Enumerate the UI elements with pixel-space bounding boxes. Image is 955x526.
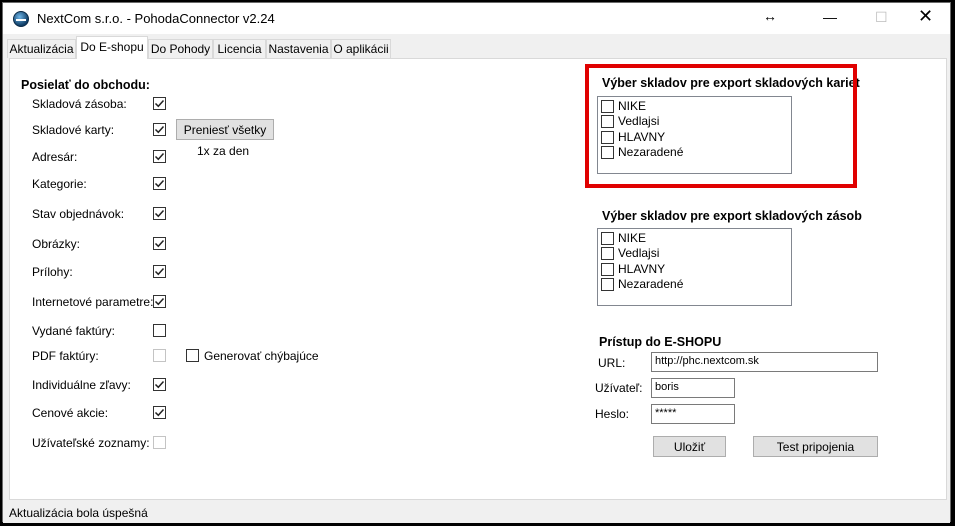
user-input[interactable]: boris (651, 378, 735, 398)
stock-levels-title: Výber skladov pre export skladových záso… (602, 209, 862, 223)
send-option-checkbox[interactable] (153, 378, 166, 391)
url-label: URL: (598, 356, 626, 370)
url-input[interactable]: http://phc.nextcom.sk (651, 352, 878, 372)
send-option-label: Internetové parametre: (32, 295, 154, 309)
send-option-label: Stav objednávok: (32, 207, 125, 221)
tab-do-e-shopu[interactable]: Do E-shopu (76, 36, 148, 59)
send-option-label: Obrázky: (32, 237, 81, 251)
send-option-checkbox[interactable] (153, 177, 166, 190)
tab-o-aplikacii[interactable]: O aplikácii (331, 39, 391, 58)
generate-missing-label: Generovať chýbajúce (204, 349, 319, 363)
send-option-checkbox[interactable] (153, 207, 166, 220)
app-window: NextCom s.r.o. - PohodaConnector v2.24 ↔… (2, 2, 951, 523)
tab-nastavenia[interactable]: Nastavenia (266, 39, 331, 58)
user-label: Užívateľ: (595, 381, 643, 395)
send-option-checkbox[interactable] (153, 265, 166, 278)
stock-levels-listbox[interactable]: NIKE Vedlajsi HLAVNY Nezaradené (597, 228, 792, 306)
stock-levels-item-checkbox[interactable] (601, 277, 614, 291)
highlight-frame (585, 64, 857, 188)
send-option-label: Individuálne zľavy: (32, 378, 131, 392)
app-logo-icon (13, 11, 29, 27)
send-option-label: Užívateľské zoznamy: (32, 436, 150, 450)
minimize-button[interactable]: — (823, 9, 837, 25)
status-bar: Aktualizácia bola úspešná (3, 503, 950, 523)
status-text: Aktualizácia bola úspešná (9, 506, 148, 520)
generate-missing-checkbox[interactable] (186, 349, 199, 362)
tab-aktualizacia[interactable]: Aktualizácia (7, 39, 76, 58)
stock-levels-item-checkbox[interactable] (601, 262, 614, 276)
stock-levels-item-label: HLAVNY (618, 261, 666, 276)
tab-licencia[interactable]: Licencia (213, 39, 266, 58)
stock-levels-item-checkbox[interactable] (601, 247, 614, 261)
frequency-label: 1x za den (197, 144, 250, 158)
stock-levels-item-checkbox[interactable] (601, 232, 614, 245)
send-option-checkbox[interactable] (153, 349, 166, 362)
stock-levels-item-label: Vedlajsi (618, 246, 660, 261)
send-option-checkbox[interactable] (153, 295, 166, 308)
send-option-label: Vydané faktúry: (32, 324, 115, 338)
send-option-label: Cenové akcie: (32, 406, 109, 420)
window-title: NextCom s.r.o. - PohodaConnector v2.24 (37, 11, 275, 26)
stock-levels-item-label: NIKE (618, 231, 647, 245)
send-option-checkbox[interactable] (153, 324, 166, 337)
transfer-all-button[interactable]: Preniesť všetky (176, 119, 274, 140)
password-label: Heslo: (595, 407, 630, 421)
eshop-access-title: Prístup do E-SHOPU (599, 335, 722, 349)
stock-levels-item-label: Nezaradené (618, 276, 684, 291)
tab-do-pohody[interactable]: Do Pohody (148, 39, 213, 58)
save-button[interactable]: Uložiť (653, 436, 726, 457)
title-bar: NextCom s.r.o. - PohodaConnector v2.24 ↔… (3, 3, 950, 34)
send-option-label: Kategorie: (32, 177, 87, 191)
send-option-label: Skladové karty: (32, 123, 115, 137)
close-button[interactable]: ✕ (918, 6, 933, 27)
send-option-checkbox[interactable] (153, 237, 166, 250)
send-option-label: Skladová zásoba: (32, 97, 127, 111)
send-option-label: Adresár: (32, 150, 78, 164)
send-option-checkbox[interactable] (153, 97, 166, 110)
password-input[interactable]: ***** (651, 404, 735, 424)
resize-arrows-icon: ↔ (763, 8, 777, 24)
send-option-checkbox[interactable] (153, 436, 166, 449)
send-option-label: PDF faktúry: (32, 349, 99, 363)
test-connection-button[interactable]: Test pripojenia (753, 436, 878, 457)
send-option-checkbox[interactable] (153, 406, 166, 419)
send-option-label: Prílohy: (32, 265, 73, 279)
maximize-button[interactable]: ☐ (875, 9, 888, 26)
send-section-title: Posielať do obchodu: (21, 78, 150, 92)
send-option-checkbox[interactable] (153, 123, 166, 136)
send-option-checkbox[interactable] (153, 150, 166, 163)
